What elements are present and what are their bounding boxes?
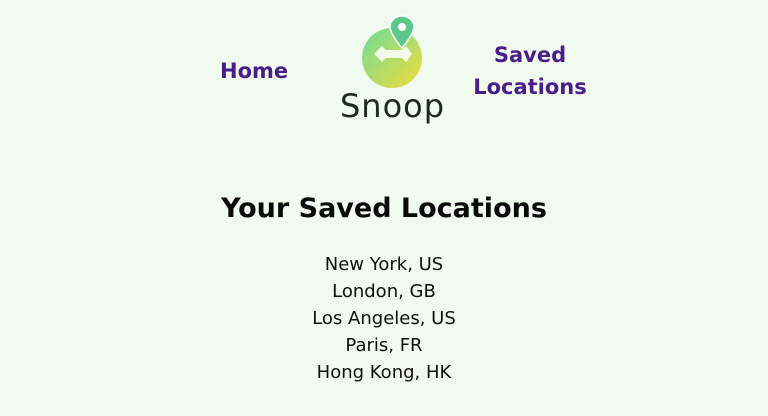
location-item[interactable]: London, GB	[0, 278, 768, 305]
location-item[interactable]: Los Angeles, US	[0, 305, 768, 332]
map-pin-icon	[362, 15, 422, 88]
saved-locations-list: New York, US London, GB Los Angeles, US …	[0, 251, 768, 386]
location-item[interactable]: Hong Kong, HK	[0, 359, 768, 386]
location-item[interactable]: Paris, FR	[0, 332, 768, 359]
nav-saved-locations-link[interactable]: Saved Locations	[472, 39, 588, 103]
location-item[interactable]: New York, US	[0, 251, 768, 278]
nav-home-link[interactable]: Home	[220, 55, 288, 87]
page-title: Your Saved Locations	[221, 193, 547, 224]
logo[interactable]: Snoop	[330, 12, 455, 130]
logo-text: Snoop	[339, 87, 446, 125]
site-header: Home Snoop Saved Locations	[0, 0, 768, 140]
nav-saved-label-line1: Saved	[493, 43, 567, 67]
nav-saved-label-line2: Locations	[473, 75, 587, 99]
